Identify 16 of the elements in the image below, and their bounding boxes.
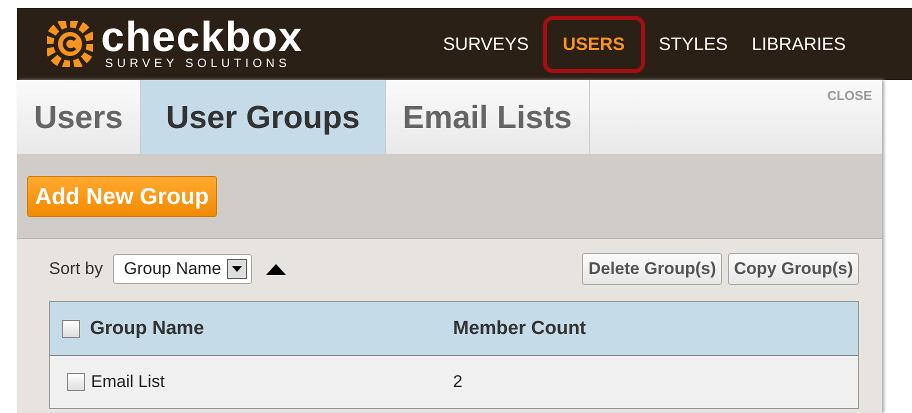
sort-label: Sort by (49, 259, 103, 279)
tab[interactable]: Email Lists (386, 80, 590, 154)
logo-text: checkbox (101, 18, 303, 56)
tab[interactable]: User Groups (140, 80, 386, 154)
column-header: Group Name (90, 318, 204, 340)
table-cell: Email List (91, 372, 165, 392)
action-button[interactable]: Delete Group(s) (582, 253, 722, 285)
nav-link[interactable]: USERS (542, 16, 645, 72)
sort-select[interactable]: Group Name (112, 254, 252, 284)
nav-link[interactable]: SURVEYS (433, 16, 539, 72)
nav-link[interactable]: STYLES (648, 16, 738, 72)
action-button[interactable]: Copy Group(s) (728, 253, 859, 285)
column-header: Member Count (453, 318, 586, 340)
logo-tagline: SURVEY SOLUTIONS (105, 56, 292, 70)
table-cell: 2 (453, 372, 462, 392)
nav-link[interactable]: LIBRARIES (742, 16, 856, 72)
